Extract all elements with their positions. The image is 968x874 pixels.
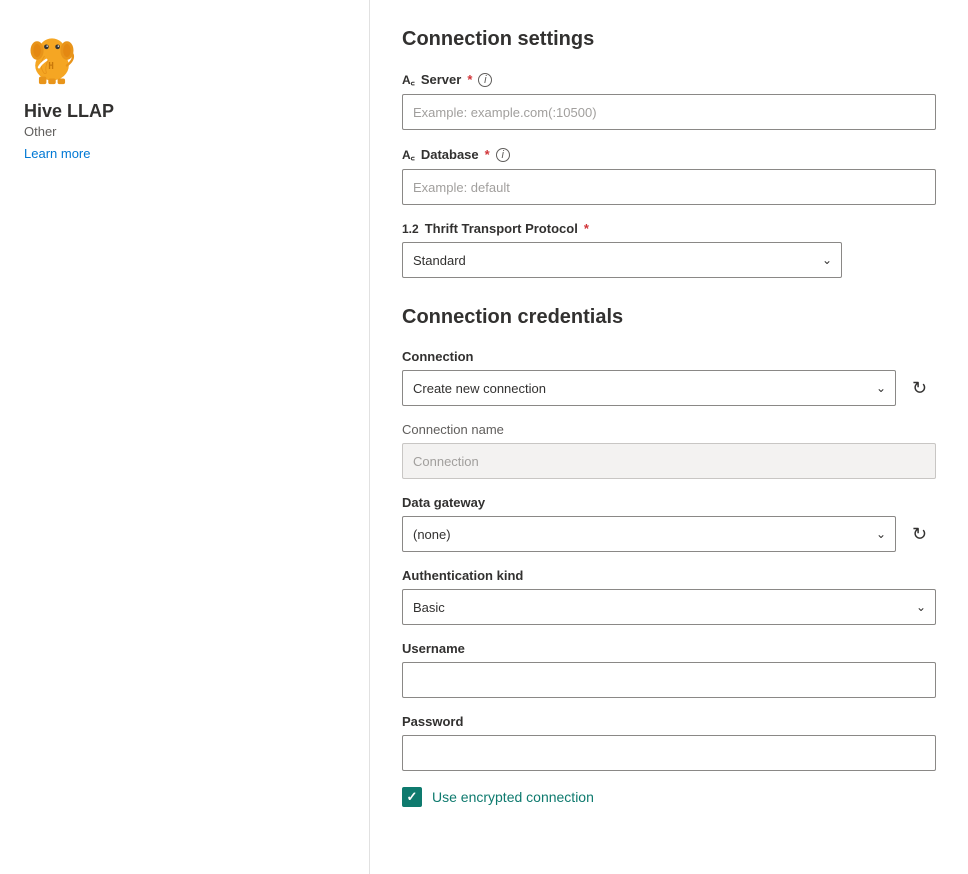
- server-required-marker: *: [467, 72, 472, 87]
- server-input[interactable]: [402, 94, 936, 130]
- connection-label-text: Connection: [402, 349, 474, 364]
- username-label-text: Username: [402, 641, 465, 656]
- connection-label: Connection: [402, 349, 936, 364]
- data-gateway-row: (none) ⌄ ↺: [402, 516, 936, 552]
- connection-row: Create new connection ⌄ ↺: [402, 370, 936, 406]
- connection-settings-title: Connection settings: [402, 28, 936, 51]
- connector-subtitle: Other: [24, 124, 345, 139]
- main-content: Connection settings A꜀ Server * i A꜀ Dat…: [370, 0, 968, 874]
- connection-select[interactable]: Create new connection: [402, 370, 896, 406]
- data-gateway-refresh-button[interactable]: ↺: [904, 518, 936, 550]
- thrift-num-icon: 1.2: [402, 222, 419, 236]
- svg-text:H: H: [48, 61, 54, 72]
- auth-kind-field-group: Authentication kind Basic Windows Anonym…: [402, 568, 936, 625]
- password-field-group: Password: [402, 714, 936, 771]
- thrift-required-marker: *: [584, 221, 589, 236]
- encrypted-connection-label[interactable]: Use encrypted connection: [432, 789, 594, 805]
- connector-title: Hive LLAP: [24, 101, 345, 122]
- server-label: A꜀ Server * i: [402, 71, 936, 88]
- server-abc-icon: A꜀: [402, 71, 415, 88]
- username-label: Username: [402, 641, 936, 656]
- sidebar: H Hive LLAP Other Learn more: [0, 0, 370, 874]
- connection-name-field-group: Connection name: [402, 422, 936, 479]
- auth-kind-select[interactable]: Basic Windows Anonymous: [402, 589, 936, 625]
- connection-name-label: Connection name: [402, 422, 936, 437]
- username-input[interactable]: [402, 662, 936, 698]
- encrypted-connection-row: ✓ Use encrypted connection: [402, 787, 936, 807]
- data-gateway-label-text: Data gateway: [402, 495, 485, 510]
- auth-kind-select-wrapper: Basic Windows Anonymous ⌄: [402, 589, 936, 625]
- connection-name-label-text: Connection name: [402, 422, 504, 437]
- connection-select-wrapper: Create new connection ⌄: [402, 370, 896, 406]
- data-gateway-select-wrapper: (none) ⌄: [402, 516, 896, 552]
- data-gateway-select[interactable]: (none): [402, 516, 896, 552]
- database-input[interactable]: [402, 169, 936, 205]
- connection-settings-section: Connection settings A꜀ Server * i A꜀ Dat…: [402, 28, 936, 278]
- database-label: A꜀ Database * i: [402, 146, 936, 163]
- connection-name-input[interactable]: [402, 443, 936, 479]
- password-input[interactable]: [402, 735, 936, 771]
- password-label-text: Password: [402, 714, 463, 729]
- server-info-icon: i: [478, 73, 492, 87]
- connection-credentials-section: Connection credentials Connection Create…: [402, 306, 936, 807]
- thrift-label-text: Thrift Transport Protocol: [425, 221, 578, 236]
- database-abc-icon: A꜀: [402, 146, 415, 163]
- thrift-field-group: 1.2 Thrift Transport Protocol * Standard…: [402, 221, 936, 278]
- server-field-group: A꜀ Server * i: [402, 71, 936, 130]
- thrift-select[interactable]: Standard HTTP Binary: [402, 242, 842, 278]
- database-info-icon: i: [496, 148, 510, 162]
- connection-refresh-icon: ↺: [912, 378, 927, 399]
- auth-kind-label: Authentication kind: [402, 568, 936, 583]
- encrypted-connection-checkbox[interactable]: ✓: [402, 787, 422, 807]
- connection-refresh-button[interactable]: ↺: [904, 372, 936, 404]
- password-label: Password: [402, 714, 936, 729]
- database-required-marker: *: [485, 147, 490, 162]
- database-label-text: Database: [421, 147, 479, 162]
- database-field-group: A꜀ Database * i: [402, 146, 936, 205]
- connector-logo: H: [24, 30, 345, 89]
- data-gateway-refresh-icon: ↺: [912, 524, 927, 545]
- thrift-select-wrapper: Standard HTTP Binary ⌄: [402, 242, 842, 278]
- server-label-text: Server: [421, 72, 461, 87]
- data-gateway-label: Data gateway: [402, 495, 936, 510]
- username-field-group: Username: [402, 641, 936, 698]
- checkmark-icon: ✓: [407, 789, 418, 805]
- data-gateway-field-group: Data gateway (none) ⌄ ↺: [402, 495, 936, 552]
- learn-more-link[interactable]: Learn more: [24, 146, 90, 161]
- connection-credentials-title: Connection credentials: [402, 306, 936, 329]
- auth-kind-label-text: Authentication kind: [402, 568, 523, 583]
- thrift-label: 1.2 Thrift Transport Protocol *: [402, 221, 936, 236]
- connection-field-group: Connection Create new connection ⌄ ↺: [402, 349, 936, 406]
